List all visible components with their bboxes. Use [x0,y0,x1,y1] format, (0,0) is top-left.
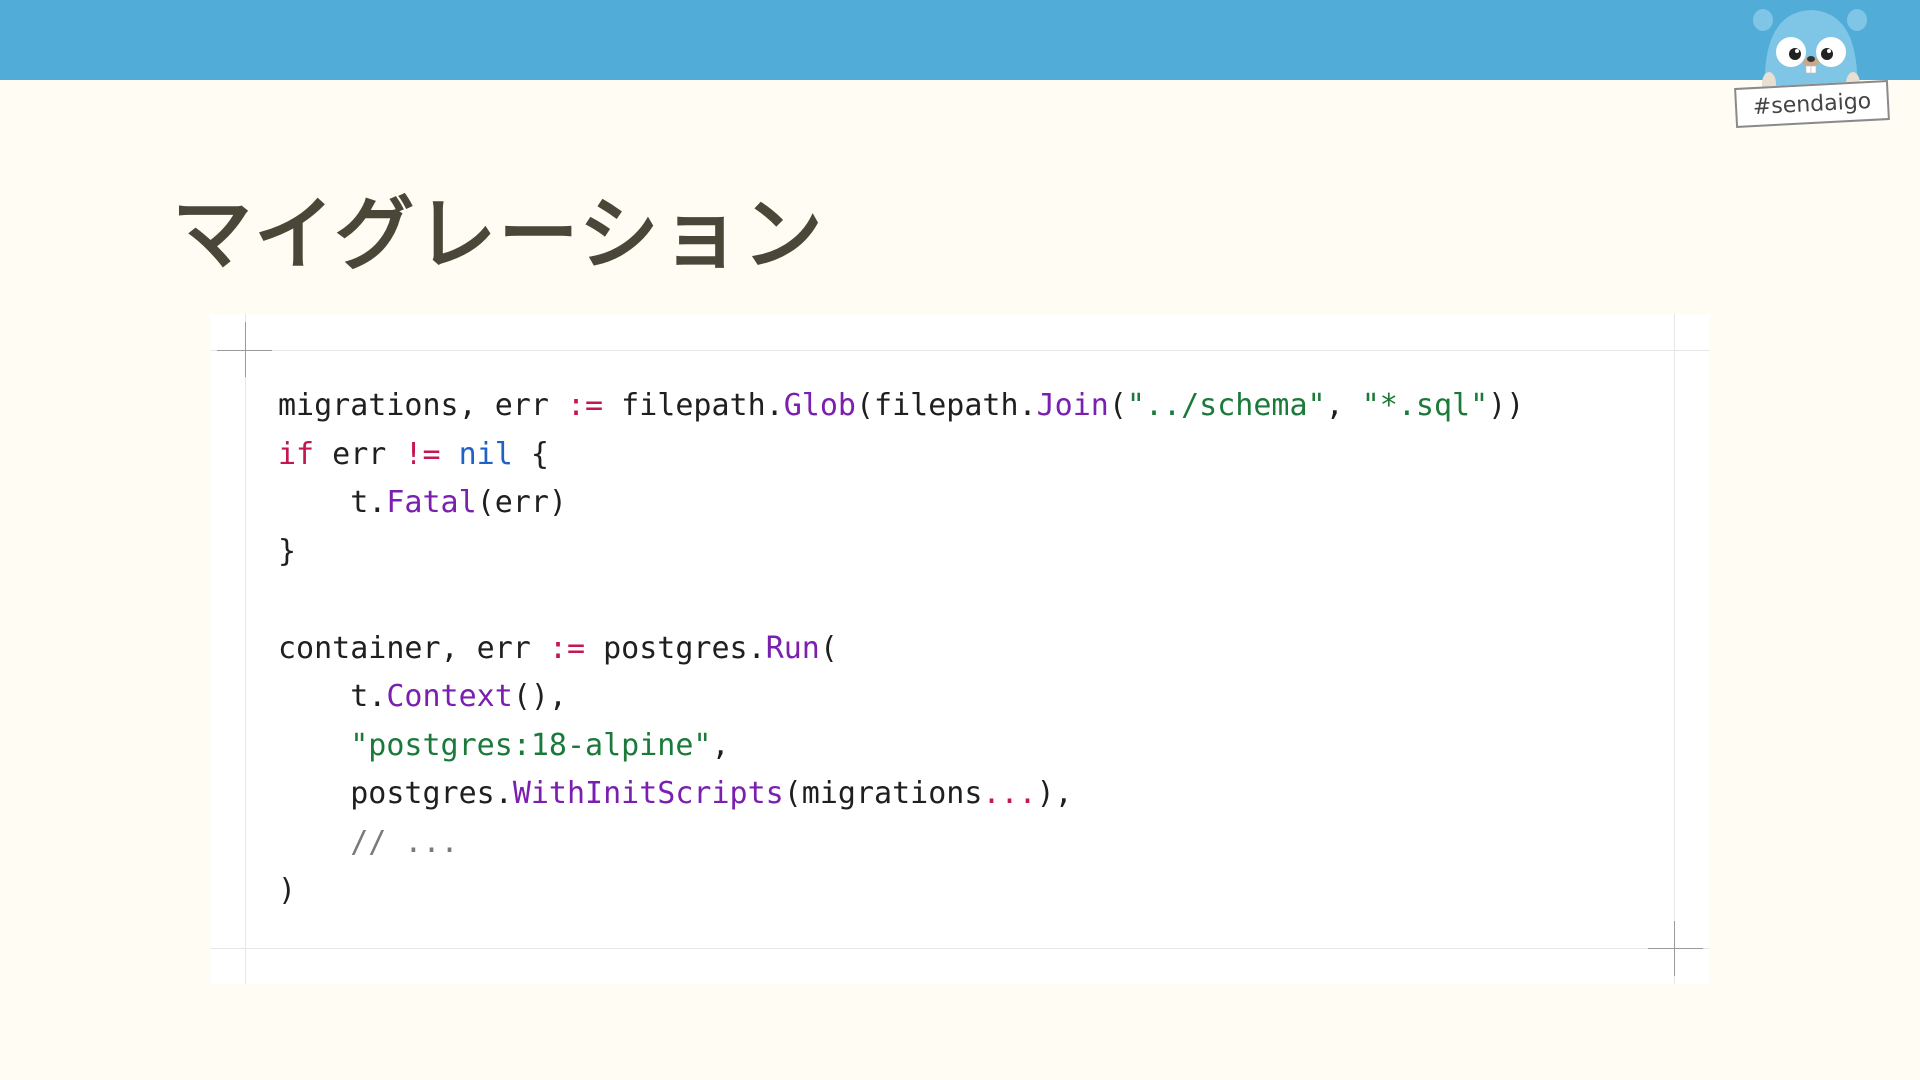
code-keyword: if [278,436,315,472]
code-line-1: migrations, err := filepath.Glob(filepat… [278,382,1524,431]
code-token: t. [278,679,387,714]
crop-mark-top-left-v [245,322,246,377]
code-line-3: t.Fatal(err) [278,479,1524,528]
code-token: } [278,533,297,569]
frame-line-bottom [210,948,1710,949]
code-token: ( [1108,388,1127,423]
crop-mark-bottom-right-h [1648,948,1703,949]
crop-mark-bottom-right-v [1674,921,1675,976]
code-token: (migrations [783,776,983,811]
code-line-2: if err != nil { [278,431,1524,480]
code-line-7: t.Context(), [278,673,1524,722]
code-token: , [1325,388,1362,423]
code-comment: // ... [350,824,459,860]
code-line-11: ) [278,867,1524,916]
code-token: (), [512,679,567,714]
code-token: postgres. [585,630,766,666]
header-bar [0,0,1920,80]
code-line-10: // ... [278,819,1524,868]
code-string: "../schema" [1126,388,1326,423]
code-token: container, err [278,630,549,666]
frame-line-left [245,314,246,984]
code-token: ) [278,873,297,908]
code-line-4: } [278,528,1524,577]
code-function: Run [765,630,820,666]
hashtag-label: #sendaigo [1734,79,1890,129]
code-token: t. [278,485,387,520]
code-token: (err) [476,485,567,520]
code-string: "postgres:18-alpine" [350,727,712,763]
code-builtin: nil [458,436,513,472]
page-title: マイグレーション [172,188,825,281]
code-string: "*.sql" [1361,388,1489,423]
code-token: migrations, err [278,388,567,423]
code-line-9: postgres.WithInitScripts(migrations...), [278,770,1524,819]
code-operator: != [404,436,441,472]
code-token: postgres. [278,776,513,811]
code-listing: migrations, err := filepath.Glob(filepat… [278,382,1524,916]
code-operator: := [548,630,586,666]
code-token: ), [1036,776,1073,811]
code-function: Glob [783,388,856,423]
sendaigo-badge: #sendaigo [1725,0,1895,140]
code-token: )) [1488,388,1525,423]
code-token: { [512,436,549,472]
code-token: err [314,436,405,472]
code-token: filepath. [603,388,784,423]
frame-line-top [210,350,1710,351]
code-function: Join [1036,388,1109,423]
code-function: Fatal [386,485,477,520]
code-token: , [711,727,730,763]
code-operator: := [566,388,604,423]
code-operator: ... [982,776,1037,811]
frame-line-right [1674,314,1675,984]
code-function: WithInitScripts [512,776,784,811]
code-token: (filepath. [855,388,1037,423]
code-line-8: "postgres:18-alpine", [278,722,1524,771]
code-line-6: container, err := postgres.Run( [278,625,1524,674]
code-token: ( [819,630,838,666]
code-function: Context [386,679,513,714]
